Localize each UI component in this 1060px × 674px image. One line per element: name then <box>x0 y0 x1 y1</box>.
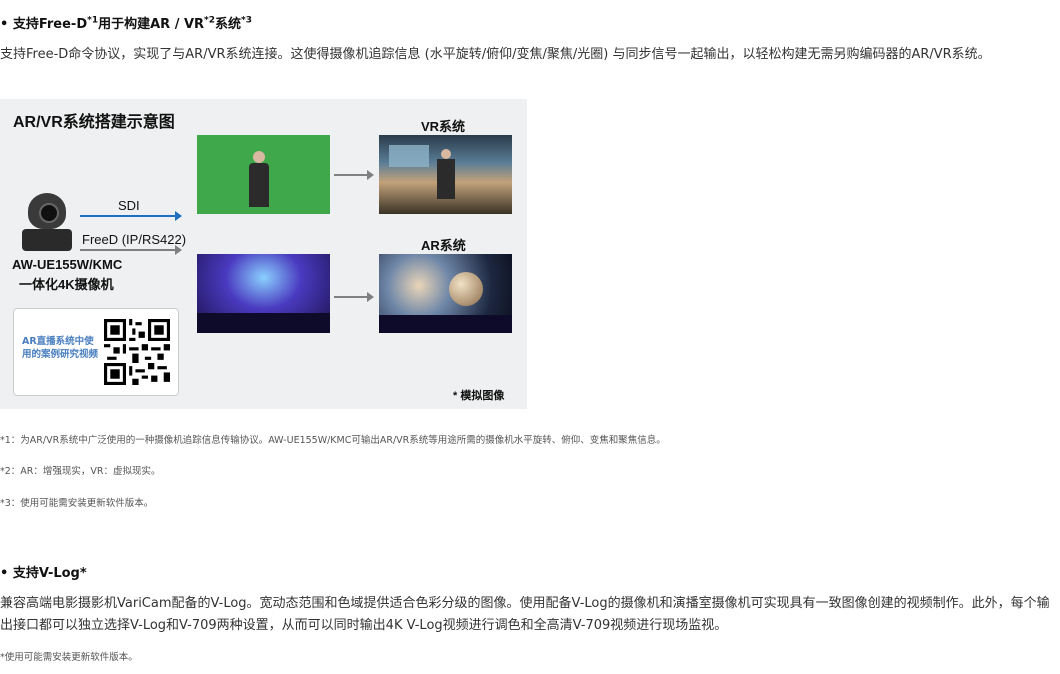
simulated-image-note: * 模拟图像 <box>453 390 505 402</box>
freed-arrow-icon <box>80 245 182 255</box>
arrow-to-ar-icon <box>334 292 374 302</box>
qr-code-icon[interactable] <box>104 319 170 385</box>
freed-paragraph: 支持Free-D命令协议，实现了与AR/VR系统连接。这使得摄像机追踪信息 (水… <box>0 47 991 62</box>
section-heading-vlog: • 支持V-Log* <box>0 566 87 581</box>
vr-studio-image <box>379 135 512 214</box>
case-study-card[interactable]: AR直播系统中使用的案例研究视频 <box>13 308 179 396</box>
green-screen-image <box>197 135 330 214</box>
concert-image <box>197 254 330 333</box>
ar-space-image <box>379 254 512 333</box>
sdi-label: SDI <box>118 198 140 213</box>
vr-system-label: VR系统 <box>421 119 466 134</box>
section-heading-freed: • 支持Free-D*1用于构建AR / VR*2系统*3 <box>0 15 252 32</box>
vlog-footnote: *使用可能需安装更新软件版本。 <box>0 652 138 663</box>
arrow-to-vr-icon <box>334 170 374 180</box>
sdi-arrow-icon <box>80 211 182 221</box>
ar-vr-diagram: AR/VR系统搭建示意图 VR系统 AR系统 SDI FreeD (IP/RS4… <box>0 99 527 409</box>
ptz-camera-icon <box>22 193 72 253</box>
camera-description: 一体化4K摄像机 <box>19 277 114 292</box>
diagram-title: AR/VR系统搭建示意图 <box>13 114 175 131</box>
camera-model: AW-UE155W/KMC <box>12 257 123 272</box>
vlog-paragraph: 兼容高端电影摄影机VariCam配备的V-Log。宽动态范围和色域提供适合色彩分… <box>0 596 1050 633</box>
footnote-2: *2：AR：增强现实，VR：虚拟现实。 <box>0 466 161 477</box>
footnote-3: *3：使用可能需安装更新软件版本。 <box>0 498 154 509</box>
footnote-1: *1：为AR/VR系统中广泛使用的一种摄像机追踪信息传输协议。AW-UE155W… <box>0 435 666 446</box>
ar-system-label: AR系统 <box>421 238 466 253</box>
freed-label: FreeD (IP/RS422) <box>82 232 187 247</box>
case-study-text: AR直播系统中使用的案例研究视频 <box>22 336 99 360</box>
